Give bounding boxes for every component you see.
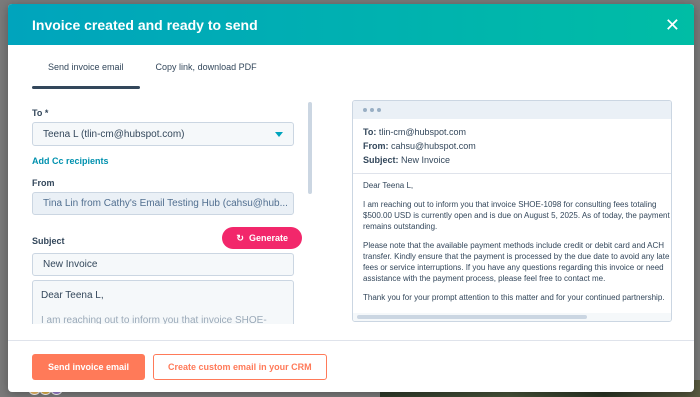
preview-subject-line: Subject: New Invoice	[363, 155, 451, 165]
window-dot-icon	[370, 108, 374, 112]
email-form: To * Teena L (tlin-cm@hubspot.com) Add C…	[32, 102, 310, 324]
window-dot-icon	[377, 108, 381, 112]
from-label: From	[32, 178, 55, 188]
close-icon[interactable]: ✕	[665, 16, 680, 34]
body-greeting: Dear Teena L,	[41, 290, 104, 301]
modal-footer: Send invoice email Create custom email i…	[8, 340, 694, 392]
form-scrollbar[interactable]	[308, 102, 312, 194]
preview-header: To: tlin-cm@hubspot.com From: cahsu@hubs…	[353, 119, 671, 171]
preview-window-bar	[353, 101, 671, 119]
preview-from-line: From: cahsu@hubspot.com	[363, 141, 476, 151]
add-cc-recipients-link[interactable]: Add Cc recipients	[32, 156, 109, 166]
preview-greeting: Dear Teena L,	[363, 181, 414, 190]
from-field: Tina Lin from Cathy's Email Testing Hub …	[32, 192, 294, 215]
generate-button[interactable]: ↻ Generate	[222, 227, 302, 249]
tab-send-invoice-email[interactable]: Send invoice email	[32, 45, 140, 89]
chevron-down-icon	[275, 131, 283, 137]
preview-paragraph-2: Please note that the available payment m…	[363, 241, 670, 283]
to-label: To *	[32, 108, 49, 118]
scrollbar-thumb[interactable]	[357, 315, 587, 319]
send-invoice-email-button[interactable]: Send invoice email	[32, 353, 146, 380]
preview-body: Dear Teena L, I am reaching out to infor…	[353, 173, 671, 317]
tab-copy-link-download-pdf[interactable]: Copy link, download PDF	[140, 45, 273, 89]
modal-title: Invoice created and ready to send	[32, 16, 258, 33]
tab-bar: Send invoice email Copy link, download P…	[8, 45, 694, 89]
subject-input[interactable]: New Invoice	[32, 253, 294, 276]
email-body-textarea[interactable]: Dear Teena L, I am reaching out to infor…	[32, 280, 294, 324]
preview-paragraph-1: I am reaching out to inform you that inv…	[363, 200, 670, 231]
subject-label: Subject	[32, 236, 65, 246]
email-preview: To: tlin-cm@hubspot.com From: cahsu@hubs…	[352, 100, 672, 322]
invoice-modal: Invoice created and ready to send ✕ Send…	[8, 4, 694, 392]
body-first-line: I am reaching out to inform you that inv…	[41, 315, 267, 324]
create-custom-email-button[interactable]: Create custom email in your CRM	[153, 353, 327, 380]
to-recipient-value: Teena L (tlin-cm@hubspot.com)	[43, 128, 185, 140]
window-dot-icon	[363, 108, 367, 112]
generate-button-label: Generate	[248, 233, 288, 243]
preview-to-line: To: tlin-cm@hubspot.com	[363, 127, 467, 137]
preview-horizontal-scrollbar[interactable]	[353, 313, 671, 321]
preview-paragraph-3: Thank you for your prompt attention to t…	[363, 293, 665, 302]
modal-header: Invoice created and ready to send ✕	[8, 4, 694, 45]
to-recipient-select[interactable]: Teena L (tlin-cm@hubspot.com)	[32, 122, 294, 146]
refresh-icon: ↻	[236, 232, 244, 243]
